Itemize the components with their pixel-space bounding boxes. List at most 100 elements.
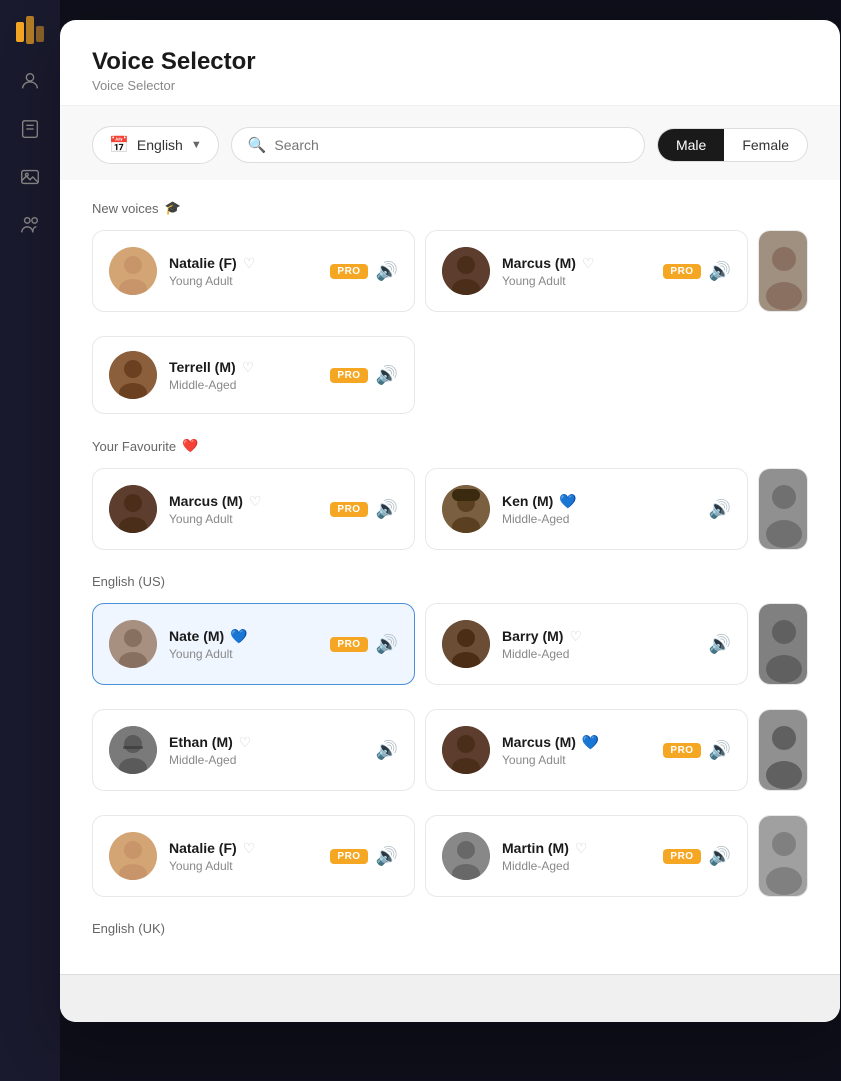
- spacer-1: [758, 336, 808, 414]
- voice-name-ken: Ken (M): [502, 493, 553, 509]
- voice-actions-ken: 🔊: [709, 499, 731, 520]
- play-button-natalie-2[interactable]: 🔊: [376, 846, 398, 867]
- voice-actions-marcus-3: PRO 🔊: [663, 740, 731, 761]
- heart-icon-natalie[interactable]: ♡: [243, 255, 256, 272]
- english-us-row1: Nate (M) 💙 Young Adult PRO 🔊: [92, 603, 808, 685]
- play-button-marcus-3[interactable]: 🔊: [709, 740, 731, 761]
- avatar-terrell: [109, 351, 157, 399]
- voice-card-right-2[interactable]: [758, 468, 808, 550]
- voice-actions-natalie-2: PRO 🔊: [330, 846, 398, 867]
- sidebar-item-image[interactable]: [10, 157, 50, 197]
- sidebar-item-document[interactable]: [10, 109, 50, 149]
- voice-card-barry[interactable]: Barry (M) ♡ Middle-Aged 🔊: [425, 603, 748, 685]
- play-button-terrell[interactable]: 🔊: [376, 365, 398, 386]
- chevron-down-icon: ▼: [191, 139, 202, 151]
- avatar-natalie-2: [109, 832, 157, 880]
- heart-icon-barry[interactable]: ♡: [569, 628, 582, 645]
- heart-icon-nate[interactable]: 💙: [230, 628, 247, 645]
- pro-badge-nate: PRO: [330, 637, 367, 652]
- voice-card-ethan[interactable]: Ethan (M) ♡ Middle-Aged 🔊: [92, 709, 415, 791]
- gender-tabs: Male Female: [657, 128, 808, 162]
- modal-overlay: Voice Selector Voice Selector 📅 English …: [60, 0, 841, 1081]
- sidebar-item-avatar[interactable]: [10, 61, 50, 101]
- voice-card-ken[interactable]: Ken (M) 💙 Middle-Aged 🔊: [425, 468, 748, 550]
- play-button-martin[interactable]: 🔊: [709, 846, 731, 867]
- voice-card-marcus-3[interactable]: Marcus (M) 💙 Young Adult PRO 🔊: [425, 709, 748, 791]
- pro-badge-marcus-3: PRO: [663, 743, 700, 758]
- voice-card-martin[interactable]: Martin (M) ♡ Middle-Aged PRO 🔊: [425, 815, 748, 897]
- play-button-barry[interactable]: 🔊: [709, 634, 731, 655]
- new-voices-grid: Natalie (F) ♡ Young Adult PRO 🔊: [92, 230, 808, 312]
- voice-card-terrell[interactable]: Terrell (M) ♡ Middle-Aged PRO 🔊: [92, 336, 415, 414]
- section-favourites-label: Your Favourite ❤️: [92, 438, 808, 454]
- play-button-ethan[interactable]: 🔊: [376, 740, 398, 761]
- heart-icon-marcus-1[interactable]: ♡: [582, 255, 595, 272]
- heart-icon-ethan[interactable]: ♡: [239, 734, 252, 751]
- voice-info-terrell: Terrell (M) ♡ Middle-Aged: [169, 359, 318, 392]
- voice-name-natalie-2: Natalie (F): [169, 840, 237, 856]
- tab-female[interactable]: Female: [724, 129, 807, 161]
- voice-name-terrell: Terrell (M): [169, 359, 236, 375]
- search-box: 🔍: [231, 127, 645, 163]
- voice-name-marcus-1: Marcus (M): [502, 255, 576, 271]
- voice-actions-barry: 🔊: [709, 634, 731, 655]
- avatar-marcus-2: [109, 485, 157, 533]
- play-button-ken[interactable]: 🔊: [709, 499, 731, 520]
- pro-badge-natalie-2: PRO: [330, 849, 367, 864]
- play-button-nate[interactable]: 🔊: [376, 634, 398, 655]
- voice-card-marcus-2[interactable]: Marcus (M) ♡ Young Adult PRO 🔊: [92, 468, 415, 550]
- heart-icon-martin[interactable]: ♡: [575, 840, 588, 857]
- voice-actions-martin: PRO 🔊: [663, 846, 731, 867]
- modal-title: Voice Selector: [92, 48, 808, 76]
- favourites-grid: Marcus (M) ♡ Young Adult PRO 🔊: [92, 468, 808, 550]
- voice-card-right-4[interactable]: [758, 709, 808, 791]
- voice-card-marcus-1[interactable]: Marcus (M) ♡ Young Adult PRO 🔊: [425, 230, 748, 312]
- heart-icon-natalie-2[interactable]: ♡: [243, 840, 256, 857]
- voice-actions-ethan: 🔊: [376, 740, 398, 761]
- voice-age-barry: Middle-Aged: [502, 647, 697, 661]
- voice-card-right-1[interactable]: [758, 230, 808, 312]
- language-label: English: [137, 137, 183, 153]
- sidebar-item-people[interactable]: [10, 205, 50, 245]
- pro-badge-natalie: PRO: [330, 264, 367, 279]
- voice-age-martin: Middle-Aged: [502, 859, 651, 873]
- play-button-natalie[interactable]: 🔊: [376, 261, 398, 282]
- voice-age-marcus-2: Young Adult: [169, 512, 318, 526]
- section-english-uk-label: English (UK): [92, 921, 808, 936]
- voice-card-natalie[interactable]: Natalie (F) ♡ Young Adult PRO 🔊: [92, 230, 415, 312]
- section-new-voices-label: New voices 🎓: [92, 200, 808, 216]
- heart-icon-marcus-3[interactable]: 💙: [582, 734, 599, 751]
- voice-info-barry: Barry (M) ♡ Middle-Aged: [502, 628, 697, 661]
- voice-card-right-3[interactable]: [758, 603, 808, 685]
- modal-toolbar: 📅 English ▼ 🔍 Male Female: [60, 106, 840, 180]
- avatar-natalie: [109, 247, 157, 295]
- avatar-martin: [442, 832, 490, 880]
- voice-name-ethan: Ethan (M): [169, 734, 233, 750]
- voice-card-right-5[interactable]: [758, 815, 808, 897]
- voice-age-marcus-3: Young Adult: [502, 753, 651, 767]
- search-input[interactable]: [274, 137, 628, 153]
- language-selector-button[interactable]: 📅 English ▼: [92, 126, 219, 164]
- voice-actions-terrell: PRO 🔊: [330, 365, 398, 386]
- voice-card-nate[interactable]: Nate (M) 💙 Young Adult PRO 🔊: [92, 603, 415, 685]
- voice-info-martin: Martin (M) ♡ Middle-Aged: [502, 840, 651, 873]
- voice-info-ethan: Ethan (M) ♡ Middle-Aged: [169, 734, 364, 767]
- voice-info-ken: Ken (M) 💙 Middle-Aged: [502, 493, 697, 526]
- voice-age-ethan: Middle-Aged: [169, 753, 364, 767]
- tab-male[interactable]: Male: [658, 129, 724, 161]
- heart-icon-marcus-2[interactable]: ♡: [249, 493, 262, 510]
- heart-icon-terrell[interactable]: ♡: [242, 359, 255, 376]
- play-button-marcus-2[interactable]: 🔊: [376, 499, 398, 520]
- pro-badge-terrell: PRO: [330, 368, 367, 383]
- play-button-marcus-1[interactable]: 🔊: [709, 261, 731, 282]
- voice-name-marcus-2: Marcus (M): [169, 493, 243, 509]
- voice-card-natalie-2[interactable]: Natalie (F) ♡ Young Adult PRO 🔊: [92, 815, 415, 897]
- voice-info-natalie: Natalie (F) ♡ Young Adult: [169, 255, 318, 288]
- voice-info-marcus-3: Marcus (M) 💙 Young Adult: [502, 734, 651, 767]
- voice-actions-nate: PRO 🔊: [330, 634, 398, 655]
- heart-icon-ken[interactable]: 💙: [559, 493, 576, 510]
- sidebar: [0, 0, 60, 1081]
- avatar-marcus-3: [442, 726, 490, 774]
- voice-age-natalie-2: Young Adult: [169, 859, 318, 873]
- voice-age-ken: Middle-Aged: [502, 512, 697, 526]
